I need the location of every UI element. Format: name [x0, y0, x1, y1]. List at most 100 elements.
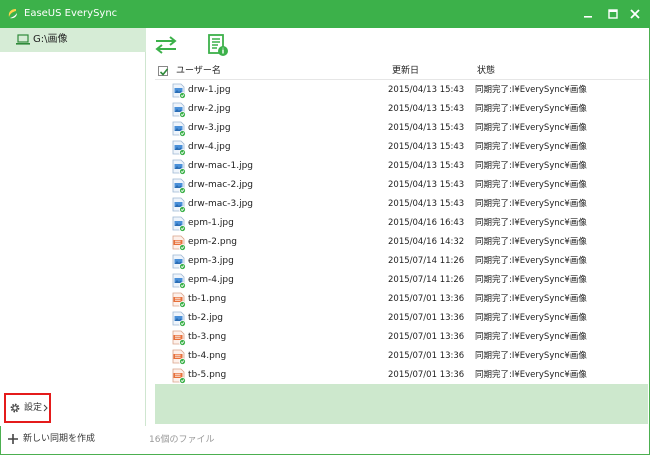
file-status: 同期完了:I¥EverySync¥画像 — [475, 275, 587, 285]
jpg-file-icon — [172, 121, 186, 137]
file-name: drw-mac-1.jpg — [188, 161, 254, 171]
file-name: drw-3.jpg — [188, 123, 231, 133]
table-row[interactable]: drw-1.jpg 2015/04/13 15:43 同期完了:I¥EverySyn… — [155, 81, 648, 100]
file-date: 2015/07/01 13:36 — [388, 370, 465, 380]
status-bar: 16個のファイル — [147, 426, 649, 454]
table-row[interactable]: epm-3.jpg 2015/07/14 11:26 同期完了:I¥EverySyn… — [155, 252, 648, 271]
file-date: 2015/07/14 11:26 — [388, 275, 465, 285]
file-date: 2015/07/01 13:36 — [388, 332, 465, 342]
file-date: 2015/07/01 13:36 — [388, 294, 465, 304]
file-list: drw-1.jpg 2015/04/13 15:43 同期完了:I¥EverySyn… — [155, 81, 648, 385]
file-status: 同期完了:I¥EverySync¥画像 — [475, 237, 587, 247]
file-status: 同期完了:I¥EverySync¥画像 — [475, 351, 587, 361]
file-status: 同期完了:I¥EverySync¥画像 — [475, 104, 587, 114]
laptop-icon — [16, 34, 30, 45]
table-row[interactable]: drw-3.jpg 2015/04/13 15:43 同期完了:I¥EverySyn… — [155, 119, 648, 138]
file-name: epm-1.jpg — [188, 218, 234, 228]
file-name: tb-3.png — [188, 332, 227, 342]
jpg-file-icon — [172, 102, 186, 118]
file-status: 同期完了:I¥EverySync¥画像 — [475, 199, 587, 209]
jpg-file-icon — [172, 197, 186, 213]
settings-button[interactable]: 設定 — [4, 393, 51, 423]
select-all-checkbox[interactable] — [158, 66, 169, 76]
table-row[interactable]: drw-mac-2.jpg 2015/04/13 15:43 同期完了:I¥Ever… — [155, 176, 648, 195]
gear-icon — [10, 403, 20, 413]
table-row[interactable]: tb-2.jpg 2015/07/01 13:36 同期完了:I¥EverySync… — [155, 309, 648, 328]
png-file-icon — [172, 349, 186, 365]
file-status: 同期完了:I¥EverySync¥画像 — [475, 123, 587, 133]
sidebar-item-drive[interactable]: G:\画像 — [0, 28, 146, 52]
file-name: tb-2.jpg — [188, 313, 224, 323]
file-name: drw-mac-2.jpg — [188, 180, 254, 190]
maximize-icon[interactable] — [605, 6, 621, 22]
jpg-file-icon — [172, 83, 186, 99]
file-name: tb-5.png — [188, 370, 227, 380]
table-row[interactable]: tb-5.png 2015/07/01 13:36 同期完了:I¥EverySync… — [155, 366, 648, 385]
file-date: 2015/07/01 13:36 — [388, 313, 465, 323]
title-bar: EaseUS EverySync — [0, 0, 650, 28]
table-row[interactable]: epm-2.png 2015/04/16 14:32 同期完了:I¥EverySyn… — [155, 233, 648, 252]
check-icon — [159, 68, 169, 76]
file-date: 2015/04/13 15:43 — [388, 142, 465, 152]
file-status: 同期完了:I¥EverySync¥画像 — [475, 332, 587, 342]
jpg-file-icon — [172, 178, 186, 194]
file-status: 同期完了:I¥EverySync¥画像 — [475, 85, 587, 95]
file-name: drw-2.jpg — [188, 104, 231, 114]
table-row[interactable]: tb-4.png 2015/07/01 13:36 同期完了:I¥EverySync… — [155, 347, 648, 366]
jpg-file-icon — [172, 140, 186, 156]
file-date: 2015/04/16 14:32 — [388, 237, 465, 247]
file-status: 同期完了:I¥EverySync¥画像 — [475, 313, 587, 323]
png-file-icon — [172, 292, 186, 308]
app-title: EaseUS EverySync — [24, 8, 118, 19]
table-row[interactable]: epm-4.jpg 2015/07/14 11:26 同期完了:I¥EverySyn… — [155, 271, 648, 290]
table-row[interactable]: epm-1.jpg 2015/04/16 16:43 同期完了:I¥EverySyn… — [155, 214, 648, 233]
file-name: epm-3.jpg — [188, 256, 234, 266]
file-date: 2015/04/13 15:43 — [388, 161, 465, 171]
jpg-file-icon — [172, 254, 186, 270]
file-name: drw-mac-3.jpg — [188, 199, 254, 209]
png-file-icon — [172, 330, 186, 346]
table-header: ユーザー名 更新日 状態 — [155, 64, 648, 80]
file-name: epm-2.png — [188, 237, 237, 247]
jpg-file-icon — [172, 216, 186, 232]
sync-arrows-icon[interactable] — [155, 36, 177, 54]
close-icon[interactable] — [627, 6, 643, 22]
table-row[interactable]: drw-2.jpg 2015/04/13 15:43 同期完了:I¥EverySyn… — [155, 100, 648, 119]
file-name: epm-4.jpg — [188, 275, 234, 285]
file-name: tb-4.png — [188, 351, 227, 361]
minimize-icon[interactable] — [580, 6, 596, 22]
jpg-file-icon — [172, 273, 186, 289]
table-row[interactable]: tb-3.png 2015/07/01 13:36 同期完了:I¥EverySync… — [155, 328, 648, 347]
file-count: 16個のファイル — [149, 435, 215, 445]
jpg-file-icon — [172, 159, 186, 175]
file-status: 同期完了:I¥EverySync¥画像 — [475, 256, 587, 266]
file-date: 2015/04/13 15:43 — [388, 123, 465, 133]
file-status: 同期完了:I¥EverySync¥画像 — [475, 161, 587, 171]
plus-icon — [8, 434, 18, 444]
file-date: 2015/04/16 16:43 — [388, 218, 465, 228]
file-name: drw-4.jpg — [188, 142, 231, 152]
report-info-icon[interactable] — [207, 33, 229, 57]
sidebar-item-label: G:\画像 — [33, 34, 68, 45]
sidebar: G:\画像 — [0, 28, 146, 426]
png-file-icon — [172, 235, 186, 251]
png-file-icon — [172, 368, 186, 384]
easeus-logo-icon — [8, 9, 17, 19]
table-row[interactable]: tb-1.png 2015/07/01 13:36 同期完了:I¥EverySync… — [155, 290, 648, 309]
file-date: 2015/04/13 15:43 — [388, 180, 465, 190]
file-status: 同期完了:I¥EverySync¥画像 — [475, 218, 587, 228]
chevron-right-icon — [43, 404, 48, 412]
new-sync-label: 新しい同期を作成 — [23, 434, 96, 444]
settings-label: 設定 — [24, 403, 43, 413]
file-status: 同期完了:I¥EverySync¥画像 — [475, 294, 587, 304]
file-date: 2015/07/01 13:36 — [388, 351, 465, 361]
header-status[interactable]: 状態 — [477, 66, 495, 77]
file-status: 同期完了:I¥EverySync¥画像 — [475, 370, 587, 380]
header-name[interactable]: ユーザー名 — [176, 66, 221, 77]
table-row[interactable]: drw-mac-1.jpg 2015/04/13 15:43 同期完了:I¥Ever… — [155, 157, 648, 176]
table-row[interactable]: drw-4.jpg 2015/04/13 15:43 同期完了:I¥EverySyn… — [155, 138, 648, 157]
file-date: 2015/04/13 15:43 — [388, 199, 465, 209]
file-date: 2015/04/13 15:43 — [388, 85, 465, 95]
table-row[interactable]: drw-mac-3.jpg 2015/04/13 15:43 同期完了:I¥Ever… — [155, 195, 648, 214]
header-date[interactable]: 更新日 — [392, 66, 419, 77]
